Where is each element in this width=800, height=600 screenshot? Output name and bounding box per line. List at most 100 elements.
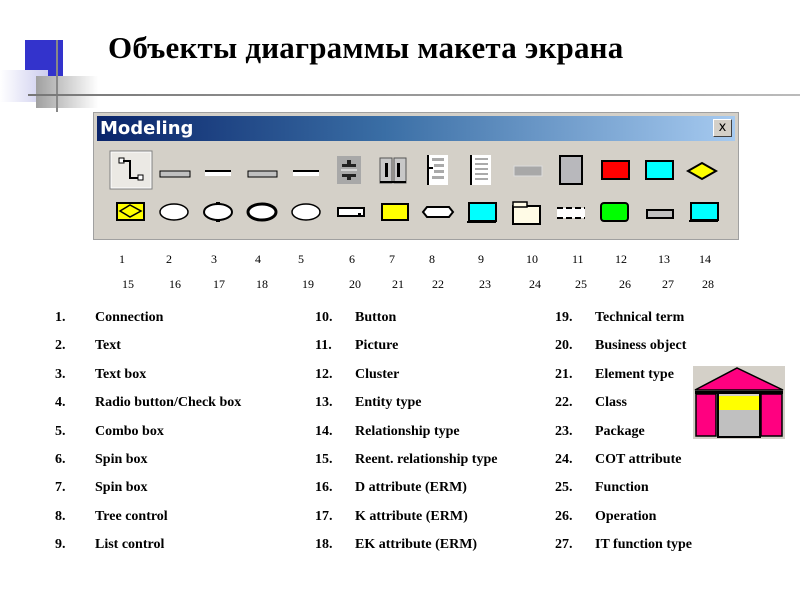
icon-number-label: 23 — [479, 277, 491, 291]
legend-item-label: IT function type — [595, 537, 692, 552]
legend-item-label: Radio button/Check box — [95, 395, 242, 410]
legend-item-number: 12. — [315, 367, 333, 382]
icon-number-label: 3 — [211, 252, 217, 266]
icon-number-label: 27 — [662, 277, 674, 291]
icon-number-label: 22 — [432, 277, 444, 291]
icon-number-label: 26 — [619, 277, 631, 291]
legend-item-label: Relationship type — [355, 424, 460, 439]
icon-number-label: 13 — [658, 252, 670, 266]
d-attribute-icon[interactable] — [159, 203, 189, 221]
icon-number-label: 5 — [298, 252, 304, 266]
legend-item-label: Button — [355, 310, 397, 325]
legend-item-label: K attribute (ERM) — [355, 509, 468, 524]
legend-item-number: 7. — [55, 480, 66, 495]
legend-item-number: 1. — [55, 310, 66, 325]
icon-number-label: 16 — [169, 277, 181, 291]
legend-item-number: 11. — [315, 338, 332, 353]
technical-term-icon[interactable] — [291, 203, 321, 221]
legend-item-number: 2. — [55, 338, 66, 353]
legend-item-label: Cluster — [355, 367, 400, 382]
legend-item-number: 19. — [555, 310, 573, 325]
screen-icon[interactable] — [689, 202, 719, 222]
picture-icon[interactable] — [559, 155, 583, 185]
cot-attribute-icon[interactable] — [512, 201, 541, 225]
cluster-icon[interactable] — [601, 160, 630, 180]
toolbar-row-2 — [116, 201, 719, 225]
legend-item-number: 26. — [555, 509, 573, 524]
radio-checkbox-icon[interactable] — [247, 170, 278, 178]
legend-item-number: 9. — [55, 537, 66, 552]
icon-number-label: 8 — [429, 252, 435, 266]
slide-title: Объекты диаграммы макета экрана — [108, 30, 624, 65]
legend-item-label: Operation — [595, 509, 657, 524]
legend-item-number: 4. — [55, 395, 66, 410]
legend-item-number: 6. — [55, 452, 66, 467]
window-titlebar[interactable]: Modeling x — [97, 116, 735, 141]
legend-item-label: Function — [595, 480, 649, 495]
icon-number-label: 17 — [213, 277, 225, 291]
icon-number-label: 4 — [255, 252, 261, 266]
list-control-icon[interactable] — [470, 155, 491, 185]
icon-number-label: 7 — [389, 252, 395, 266]
ek-attribute-icon[interactable] — [246, 202, 278, 222]
close-button[interactable]: x — [713, 119, 732, 137]
k-attribute-icon[interactable] — [203, 202, 233, 222]
legend-item-label: Tree control — [95, 509, 168, 524]
toolbar-row-1 — [109, 150, 719, 190]
legend-item-number: 22. — [555, 395, 573, 410]
reentrant-relationship-icon[interactable] — [116, 202, 145, 221]
spin-box-vertical-icon[interactable] — [337, 156, 361, 184]
icon-number-label: 28 — [702, 277, 714, 291]
legend-item-number: 24. — [555, 452, 573, 467]
function-icon[interactable] — [557, 207, 585, 219]
tree-control-icon[interactable] — [427, 155, 448, 185]
icon-number-label: 11 — [572, 252, 584, 266]
legend-item-number: 3. — [55, 367, 66, 382]
legend-item-label: Technical term — [595, 310, 685, 325]
legend-item-label: Combo box — [95, 424, 164, 439]
text-icon[interactable] — [159, 170, 191, 178]
relationship-type-icon[interactable] — [685, 161, 719, 181]
decor-vertical-line — [56, 40, 58, 112]
legend-item-number: 16. — [315, 480, 333, 495]
combo-box-icon[interactable] — [293, 170, 319, 176]
icon-number-label: 9 — [478, 252, 484, 266]
connection-icon[interactable] — [109, 150, 153, 190]
class-icon[interactable] — [421, 206, 455, 218]
icon-number-label: 14 — [699, 252, 711, 266]
legend-item-label: COT attribute — [595, 452, 682, 467]
icon-number-label: 12 — [615, 252, 627, 266]
legend-item-label: D attribute (ERM) — [355, 480, 467, 495]
it-function-type-icon[interactable] — [646, 209, 674, 219]
legend-item-number: 8. — [55, 509, 66, 524]
legend-item-number: 13. — [315, 395, 333, 410]
business-object-icon[interactable] — [337, 207, 365, 217]
button-icon[interactable] — [513, 165, 543, 177]
operation-icon[interactable] — [600, 202, 629, 222]
package-icon[interactable] — [467, 202, 497, 223]
legend-item-number: 17. — [315, 509, 333, 524]
legend-item-label: Text box — [95, 367, 147, 382]
decor-gray-square — [36, 76, 98, 108]
legend-item-label: Reent. relationship type — [355, 452, 498, 467]
legend-item-number: 5. — [55, 424, 66, 439]
legend-item-number: 23. — [555, 424, 573, 439]
legend-item-number: 15. — [315, 452, 333, 467]
icon-number-label: 21 — [392, 277, 404, 291]
legend-item-label: Entity type — [355, 395, 422, 410]
legend-item-number: 27. — [555, 537, 573, 552]
text-box-icon[interactable] — [205, 170, 231, 176]
legend-item-number: 10. — [315, 310, 333, 325]
icon-number-label: 6 — [349, 252, 355, 266]
icon-number-label: 10 — [526, 252, 538, 266]
legend-item-number: 14. — [315, 424, 333, 439]
icon-number-label: 19 — [302, 277, 314, 291]
legend-item-label: Element type — [595, 367, 674, 382]
window-title: Modeling — [100, 118, 194, 139]
spin-box-horizontal-icon[interactable] — [379, 157, 407, 184]
entity-type-icon[interactable] — [645, 160, 674, 180]
element-type-icon[interactable] — [381, 203, 409, 221]
legend-item-label: Text — [95, 338, 121, 353]
legend-item-number: 25. — [555, 480, 573, 495]
legend-item-number: 20. — [555, 338, 573, 353]
